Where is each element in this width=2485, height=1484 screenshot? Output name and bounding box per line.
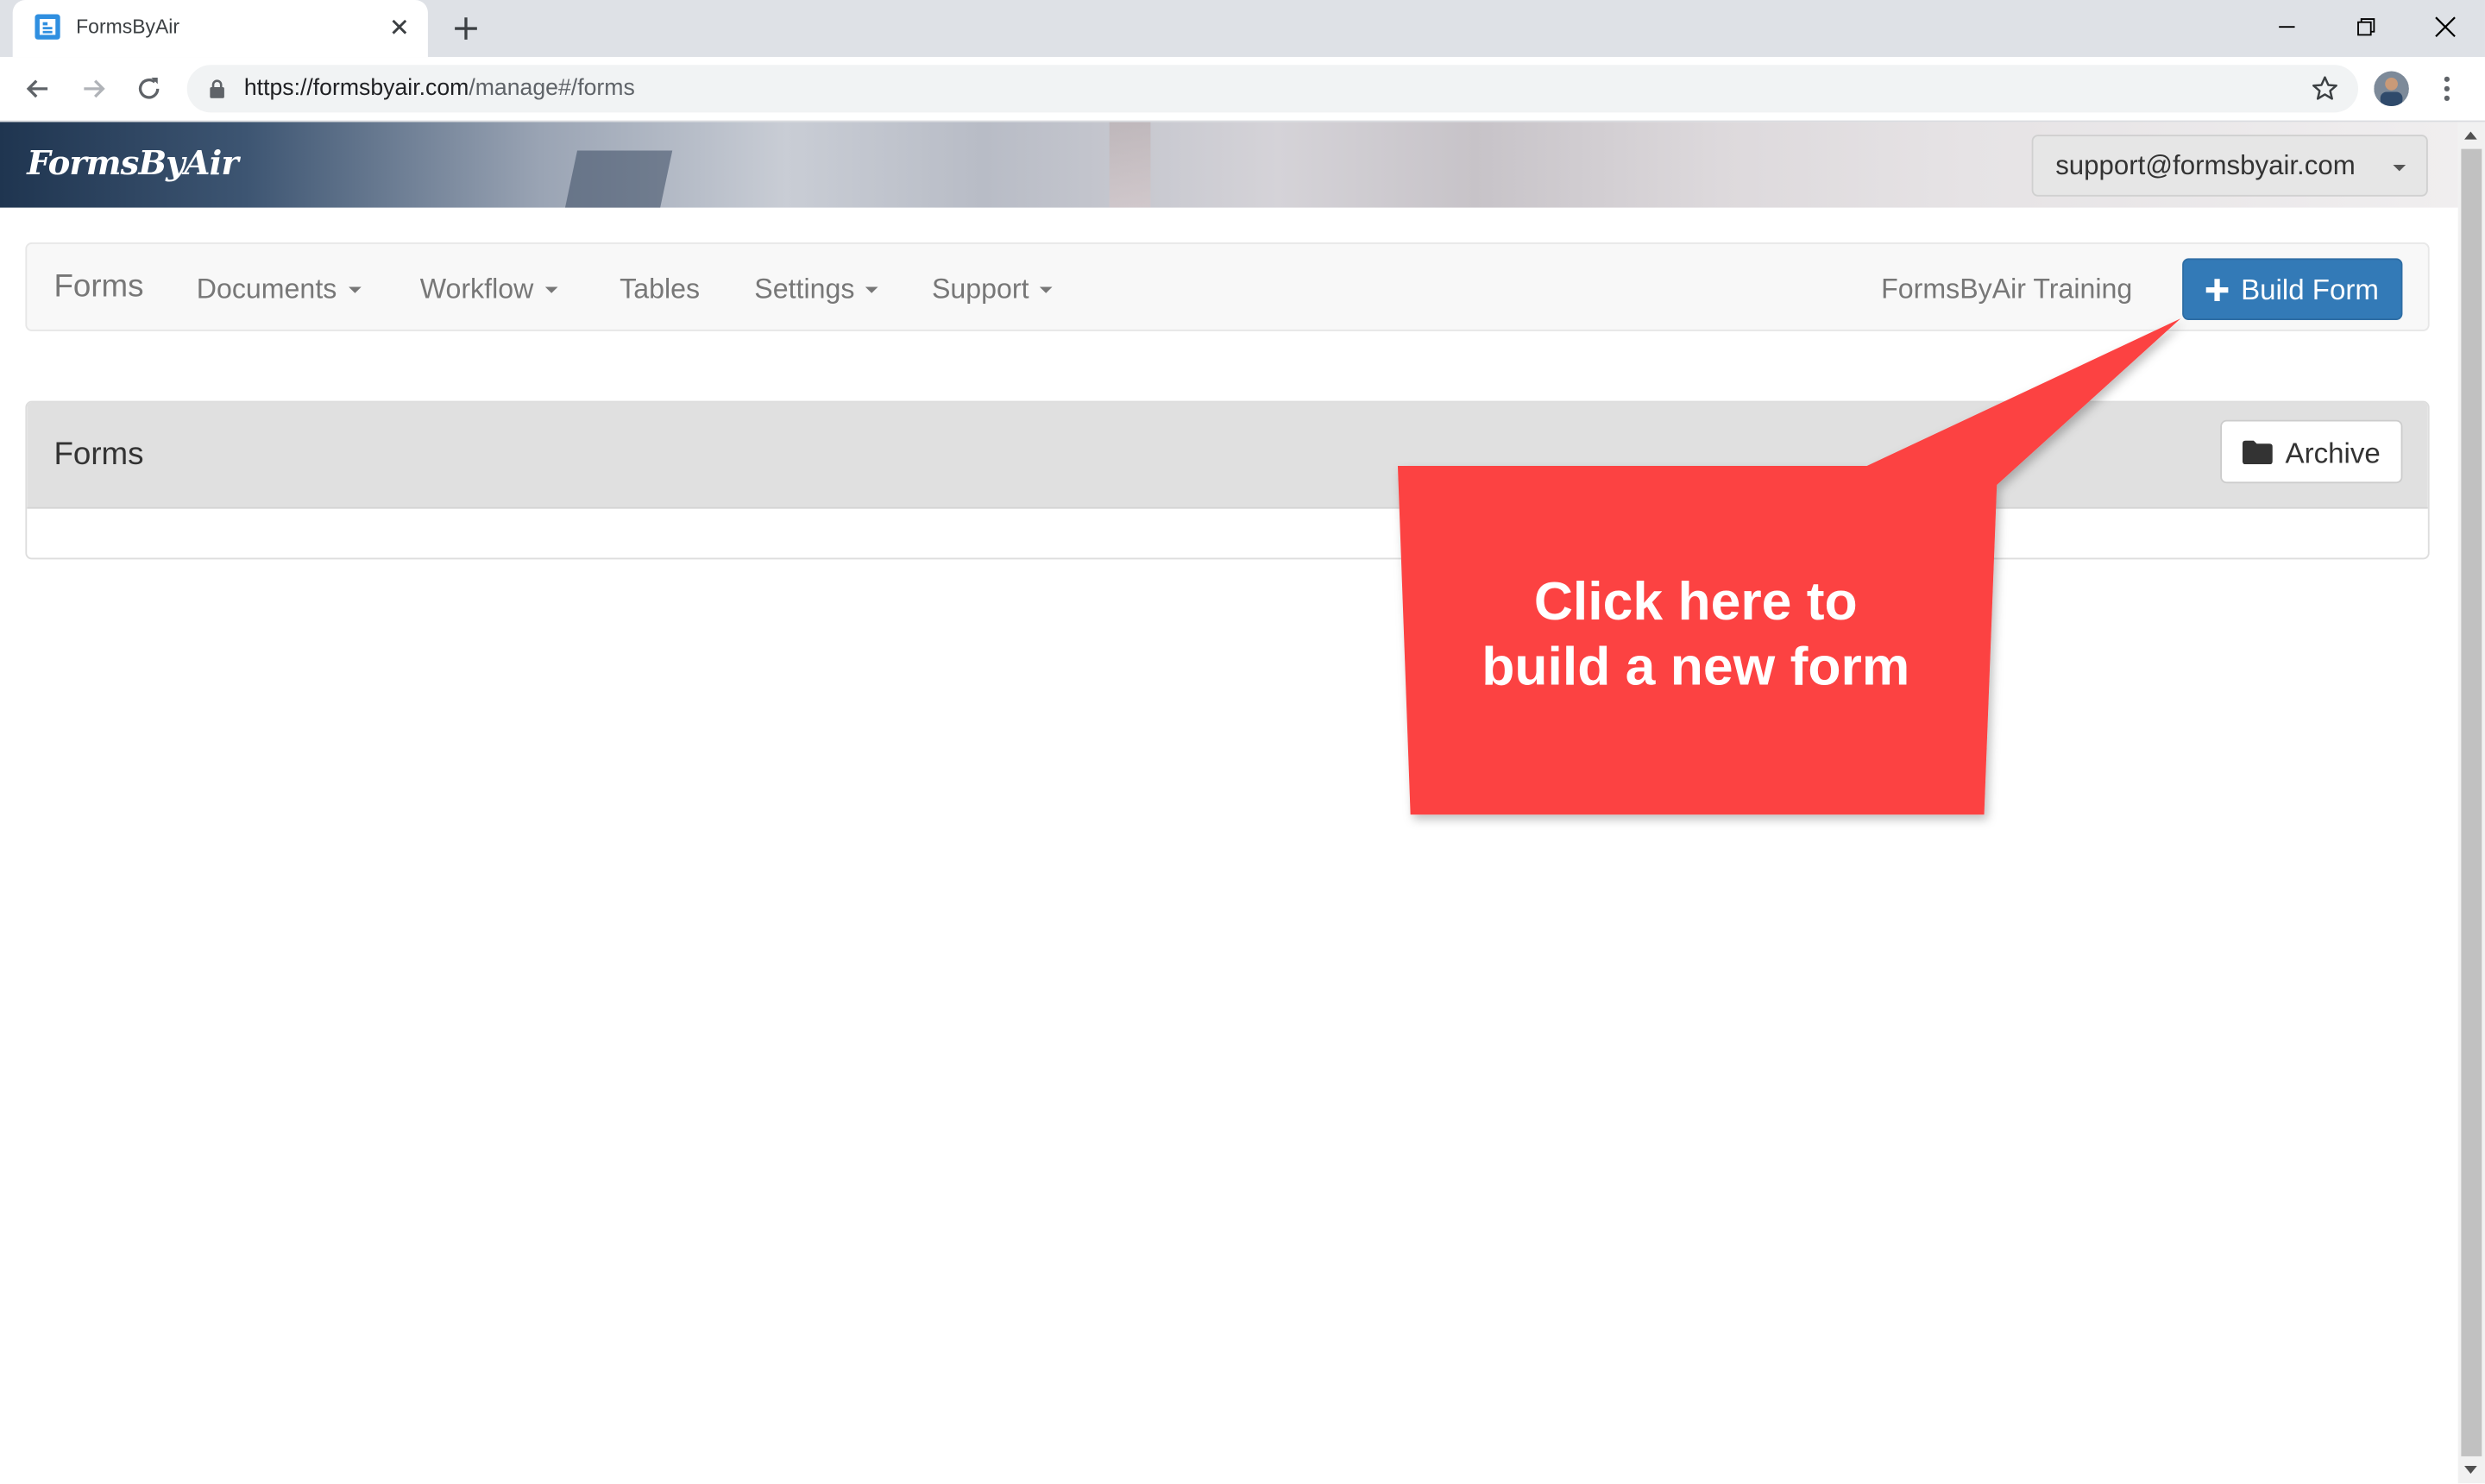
scroll-up-arrow-icon[interactable] xyxy=(2464,131,2477,140)
nav-item-label: Workflow xyxy=(419,272,534,305)
nav-item-support[interactable]: Support xyxy=(931,272,1054,306)
scroll-thumb[interactable] xyxy=(2461,148,2482,1456)
nav-item-label: Documents xyxy=(196,272,337,305)
nav-item-label: Settings xyxy=(754,272,855,305)
profile-avatar[interactable] xyxy=(2374,71,2409,107)
nav-item-label: Support xyxy=(931,272,1029,305)
nav-item-workflow[interactable]: Workflow xyxy=(420,273,557,306)
site-header-banner: FormsByAir support@formsbyair.com xyxy=(0,122,2458,208)
user-account-dropdown[interactable]: support@formsbyair.com xyxy=(2031,135,2428,197)
folder-icon xyxy=(2242,440,2273,465)
new-tab-icon[interactable] xyxy=(450,13,482,45)
tab-title: FormsByAir xyxy=(76,16,180,39)
chevron-down-icon xyxy=(348,286,361,293)
nav-brand-forms[interactable]: Forms xyxy=(53,269,143,305)
reload-icon[interactable] xyxy=(133,72,165,104)
chevron-down-icon xyxy=(865,286,878,293)
callout-line: Click here to xyxy=(1533,572,1858,632)
browser-toolbar: https://formsbyair.com/manage#/forms xyxy=(0,57,2485,123)
organization-name[interactable]: FormsByAir Training xyxy=(1881,273,2132,306)
callout-line: build a new form xyxy=(1482,637,1910,698)
formsbyair-favicon xyxy=(35,14,60,40)
build-form-label: Build Form xyxy=(2241,274,2379,306)
page-scrollbar[interactable] xyxy=(2457,122,2485,1484)
nav-item-tables[interactable]: Tables xyxy=(620,273,700,306)
build-form-button[interactable]: Build Form xyxy=(2182,258,2403,321)
forms-panel: Forms Archive xyxy=(25,400,2430,560)
forms-panel-header: Forms Archive xyxy=(27,402,2428,509)
url-text: https://formsbyair.com/manage#/forms xyxy=(243,76,635,102)
browser-tabstrip: FormsByAir xyxy=(0,0,2485,58)
forward-arrow-icon[interactable] xyxy=(78,72,110,104)
lock-icon xyxy=(210,79,224,98)
browser-menu-icon[interactable] xyxy=(2434,72,2459,104)
chevron-down-icon xyxy=(2393,165,2406,172)
browser-tab[interactable]: FormsByAir xyxy=(12,0,428,58)
close-window-icon[interactable] xyxy=(2428,9,2463,44)
scroll-down-arrow-icon[interactable] xyxy=(2464,1465,2477,1475)
address-bar[interactable]: https://formsbyair.com/manage#/forms xyxy=(186,65,2359,113)
banner-decoration xyxy=(1109,122,1151,208)
main-navbar: Forms Documents Workflow Tables Settings… xyxy=(25,242,2430,331)
user-email: support@formsbyair.com xyxy=(2055,150,2356,181)
restore-icon[interactable] xyxy=(2349,9,2383,44)
banner-decoration xyxy=(563,150,673,208)
site-logo[interactable]: FormsByAir xyxy=(27,142,239,182)
callout-balloon xyxy=(1397,318,2181,815)
nav-item-settings[interactable]: Settings xyxy=(754,273,878,306)
bookmark-star-icon[interactable] xyxy=(2311,74,2339,103)
panel-title: Forms xyxy=(53,437,144,473)
nav-item-label: Tables xyxy=(620,272,701,305)
close-tab-icon[interactable] xyxy=(387,15,412,40)
chevron-down-icon xyxy=(544,286,557,293)
chevron-down-icon xyxy=(1040,286,1054,293)
archive-label: Archive xyxy=(2285,437,2381,469)
minimize-icon[interactable] xyxy=(2269,9,2304,44)
plus-icon xyxy=(2205,279,2229,301)
nav-item-documents[interactable]: Documents xyxy=(197,273,361,306)
callout-text: Click here to build a new form xyxy=(1411,570,1981,701)
back-arrow-icon[interactable] xyxy=(22,72,54,104)
archive-button[interactable]: Archive xyxy=(2220,419,2403,484)
profile-photo-icon xyxy=(2374,71,2409,107)
